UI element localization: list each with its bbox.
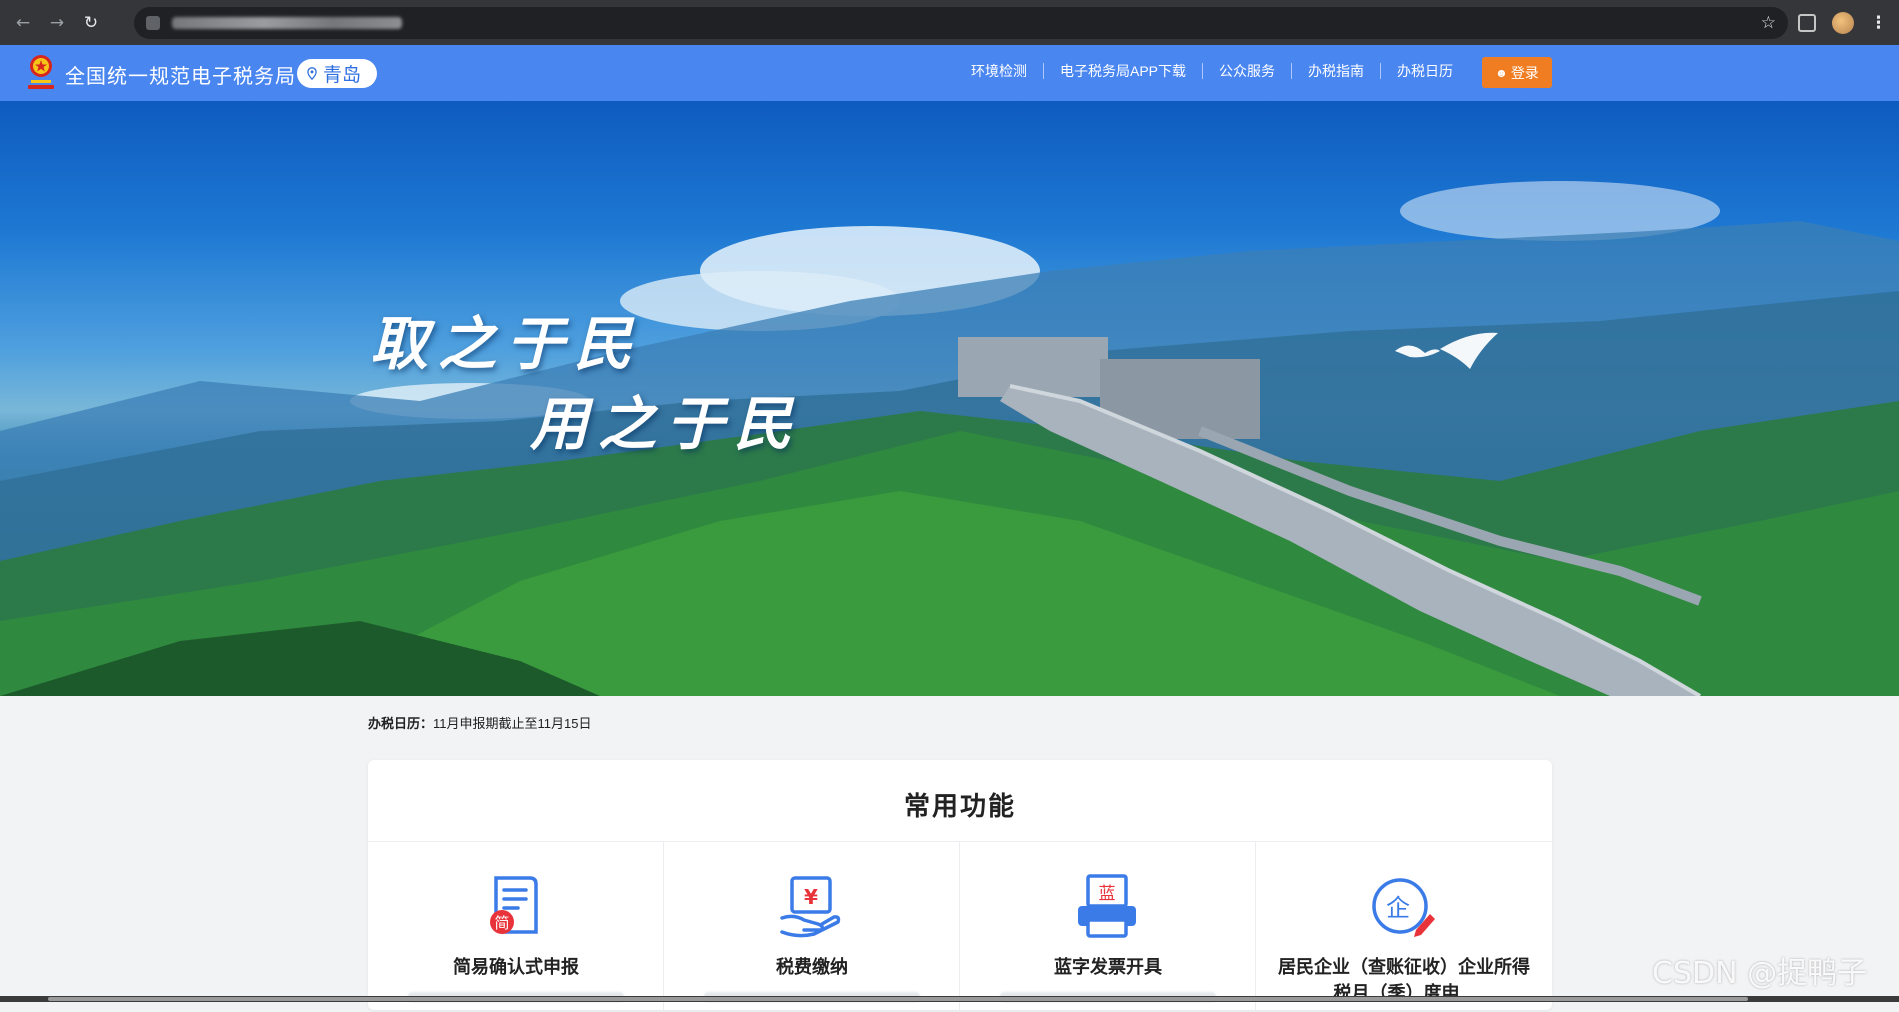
function-tax-payment[interactable]: ¥ 税费缴纳 [664, 842, 960, 1012]
bookmark-star-icon[interactable]: ☆ [1761, 13, 1776, 33]
forward-arrow-icon[interactable]: → [42, 8, 72, 38]
notice-text: 11月申报期截止至11月15日 [433, 716, 592, 731]
enterprise-income-tax-icon: 企 [1372, 878, 1435, 937]
region-selector[interactable]: 青岛 [297, 59, 378, 88]
location-pin-icon [307, 67, 317, 80]
profile-avatar[interactable] [1832, 11, 1854, 34]
address-bar[interactable]: ☆ [134, 6, 1788, 39]
top-navigation: 环境检测 电子税务局APP下载 公众服务 办税指南 办税日历 [955, 63, 1469, 79]
nav-tax-guide[interactable]: 办税指南 [1292, 63, 1382, 79]
blue-invoice-printer-icon: 蓝 [1078, 874, 1136, 938]
common-functions-title: 常用功能 [903, 791, 1016, 821]
great-wall-landscape-image [0, 181, 1899, 696]
blue-badge: 蓝 [1099, 884, 1116, 904]
hero-banner[interactable]: 取之于民 用之于民 [0, 101, 1899, 696]
back-arrow-icon[interactable]: ← [8, 8, 38, 38]
nav-public-service[interactable]: 公众服务 [1203, 63, 1293, 79]
yuan-badge: ¥ [804, 885, 818, 909]
tax-calendar-notice[interactable]: 办税日历：11月申报期截止至11月15日 [368, 713, 591, 732]
login-label: 登录 [1510, 64, 1539, 81]
login-button[interactable]: ☻ 登录 [1482, 57, 1552, 88]
notice-label: 办税日历： [368, 716, 434, 731]
site-info-icon[interactable] [146, 15, 160, 30]
common-functions-card: 常用功能 简 简易确认式申报 ¥ 税费缴纳 蓝 蓝字发票开具 企 居民企业（查账… [368, 760, 1552, 1012]
function-simple-declaration[interactable]: 简 简易确认式申报 [368, 842, 664, 1012]
national-emblem-icon [28, 55, 54, 89]
scrollbar-thumb[interactable] [48, 997, 1748, 1001]
hero-slogan-line2: 用之于民 [530, 390, 803, 458]
function-label: 税费缴纳 [776, 957, 848, 977]
hero-slogan-line1: 取之于民 [370, 310, 643, 378]
function-label: 蓝字发票开具 [1054, 957, 1162, 977]
function-blue-invoice[interactable]: 蓝 蓝字发票开具 [960, 842, 1256, 1012]
tax-payment-icon: ¥ [780, 876, 841, 938]
region-label: 青岛 [323, 65, 362, 86]
site-header: 全国统一规范电子税务局 青岛 环境检测 电子税务局APP下载 公众服务 办税指南… [0, 45, 1899, 101]
url-text-blurred [172, 16, 402, 29]
site-title[interactable]: 全国统一规范电子税务局 [65, 60, 296, 89]
tax-calendar-notice-bar: 办税日历：11月申报期截止至11月15日 [0, 696, 1899, 746]
browser-toolbar: ← → ↻ ☆ ⋮ [0, 0, 1899, 45]
simple-declaration-icon: 简 [490, 876, 538, 934]
browser-menu-kebab-icon[interactable]: ⋮ [1870, 13, 1887, 33]
reload-icon[interactable]: ↻ [76, 8, 106, 38]
nav-app-download[interactable]: 电子税务局APP下载 [1044, 63, 1204, 79]
horizontal-scrollbar[interactable] [0, 996, 1899, 1002]
extensions-puzzle-icon[interactable] [1798, 13, 1816, 32]
user-icon: ☻ [1495, 65, 1508, 80]
simple-badge: 简 [494, 914, 509, 932]
function-enterprise-income-tax[interactable]: 企 居民企业（查账征收）企业所得税月（季）度申... [1256, 842, 1552, 1012]
nav-tax-calendar[interactable]: 办税日历 [1381, 63, 1469, 79]
nav-environment-check[interactable]: 环境检测 [955, 63, 1044, 79]
csdn-watermark: CSDN @捉鸭子 [1652, 956, 1868, 991]
enterprise-badge: 企 [1386, 894, 1410, 922]
function-label: 简易确认式申报 [453, 957, 579, 977]
